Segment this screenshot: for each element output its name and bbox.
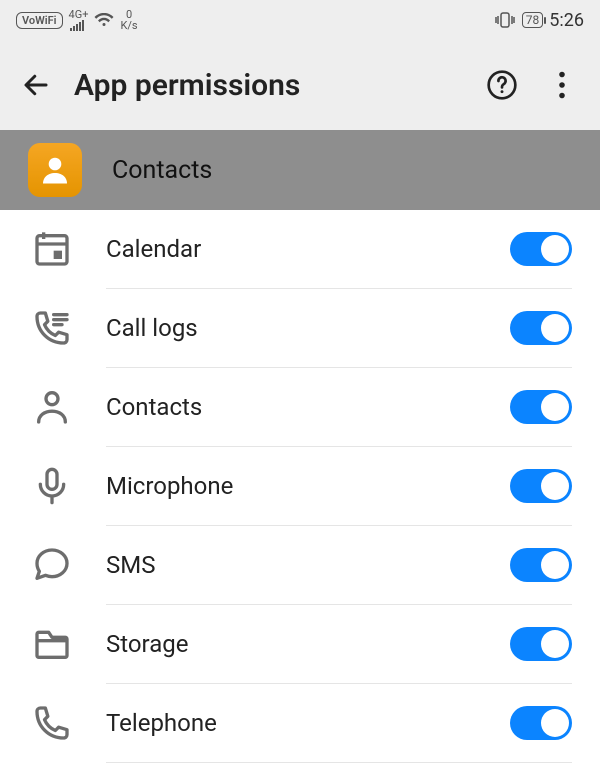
permission-label: SMS [106, 551, 480, 579]
wifi-icon [94, 13, 114, 27]
microphone-icon [28, 466, 76, 506]
permission-row-contacts[interactable]: Contacts [0, 368, 600, 446]
person-icon [37, 152, 73, 188]
permission-label: Storage [106, 630, 480, 658]
permission-row-calendar[interactable]: Calendar [0, 210, 600, 288]
storage-icon [28, 624, 76, 664]
signal-indicator: 4G+ [69, 9, 89, 32]
overflow-menu-button[interactable] [542, 65, 582, 105]
status-bar: VoWiFi 4G+ 0 K/s 78 5:26 [0, 0, 600, 40]
back-button[interactable] [18, 67, 54, 103]
clock: 5:26 [549, 10, 584, 31]
wifi-calling-indicator: VoWiFi [16, 12, 63, 29]
permissions-list: Calendar Call logs Contacts Microphone S… [0, 210, 600, 763]
permission-label: Call logs [106, 314, 480, 342]
app-icon [28, 143, 82, 197]
permission-row-microphone[interactable]: Microphone [0, 447, 600, 525]
permission-label: Telephone [106, 709, 480, 737]
app-bar: App permissions [0, 40, 600, 130]
vibrate-icon [494, 12, 516, 28]
sms-icon [28, 545, 76, 585]
permission-toggle[interactable] [510, 548, 572, 582]
permission-toggle[interactable] [510, 311, 572, 345]
page-title: App permissions [74, 68, 462, 103]
permission-toggle[interactable] [510, 469, 572, 503]
permission-label: Calendar [106, 235, 480, 263]
more-vert-icon [558, 71, 566, 99]
permission-label: Microphone [106, 472, 480, 500]
permission-row-storage[interactable]: Storage [0, 605, 600, 683]
help-icon [486, 69, 518, 101]
status-right: 78 5:26 [494, 10, 584, 31]
signal-label: 4G+ [69, 8, 89, 21]
telephone-icon [28, 703, 76, 743]
call-log-icon [28, 308, 76, 348]
permission-row-sms[interactable]: SMS [0, 526, 600, 604]
contacts-icon [28, 387, 76, 427]
app-name: Contacts [112, 156, 212, 185]
network-speed: 0 K/s [120, 9, 137, 31]
battery-indicator: 78 [522, 12, 544, 28]
permission-label: Contacts [106, 393, 480, 421]
permission-toggle[interactable] [510, 232, 572, 266]
app-header: Contacts [0, 130, 600, 210]
permission-row-telephone[interactable]: Telephone [0, 684, 600, 762]
permission-toggle[interactable] [510, 627, 572, 661]
net-speed-unit: K/s [120, 20, 137, 31]
permission-toggle[interactable] [510, 706, 572, 740]
arrow-left-icon [21, 70, 51, 100]
status-left: VoWiFi 4G+ 0 K/s [16, 9, 138, 32]
help-button[interactable] [482, 65, 522, 105]
permission-row-call-logs[interactable]: Call logs [0, 289, 600, 367]
calendar-icon [28, 229, 76, 269]
permission-toggle[interactable] [510, 390, 572, 424]
